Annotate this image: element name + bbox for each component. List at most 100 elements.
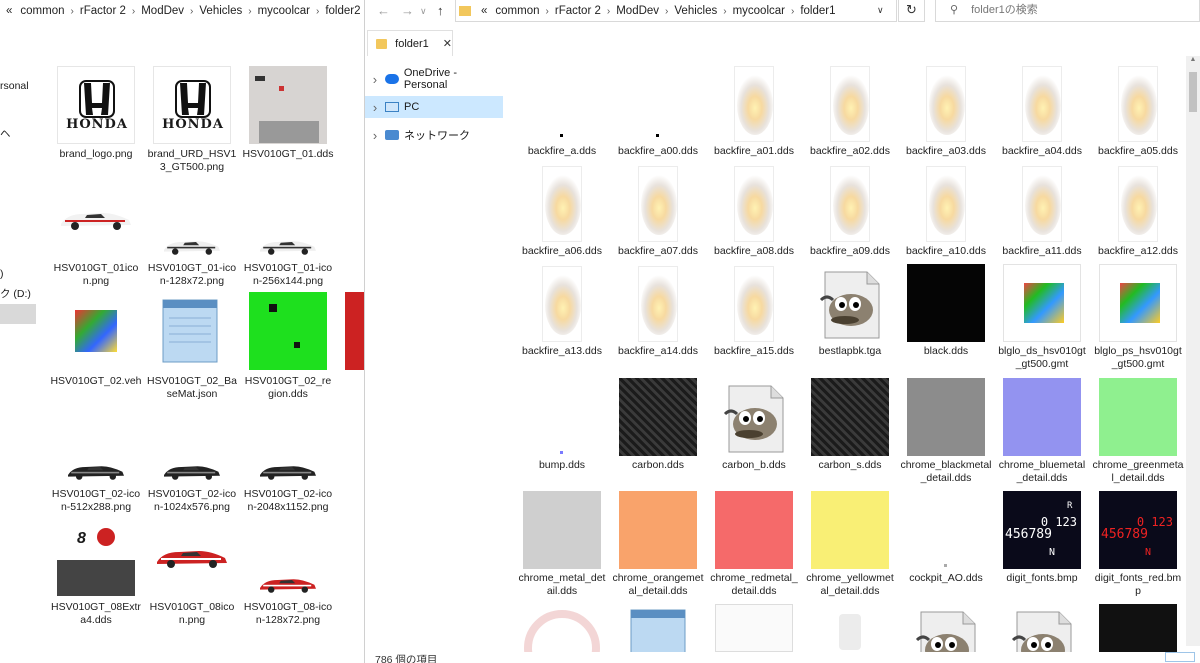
file-item[interactable]: backfire_a02.dds [802,145,898,158]
file-item[interactable]: backfire_a12.dds [1090,245,1186,258]
file-item[interactable]: HSV010GT_02.veh [48,375,144,388]
file-item[interactable]: blglo_ds_hsv010gt_gt500.gmt [994,345,1090,371]
file-item[interactable]: carbon.dds [610,459,706,472]
up-arrow-icon[interactable]: ↑ [437,3,444,18]
file-thumbnail[interactable]: 0 123 456789 N [1099,491,1177,569]
file-item[interactable]: HSV [336,601,365,614]
file-thumbnail[interactable] [345,292,365,370]
file-thumbnail[interactable] [619,378,697,456]
file-thumbnail[interactable] [153,292,231,370]
file-thumbnail[interactable] [249,572,327,596]
nav-item-network[interactable]: › ネットワーク [365,124,503,146]
file-thumbnail[interactable] [57,180,135,258]
breadcrumb-segment[interactable]: common [16,5,68,17]
file-item[interactable]: HSV010GT_02-icon-1024x576.png [144,488,240,514]
file-item[interactable]: backfire_a04.dds [994,145,1090,158]
file-thumbnail[interactable]: HONDA [153,66,231,144]
file-item[interactable]: HSV010GT_02-icon-2048x1152.png [240,488,336,514]
breadcrumb-segment[interactable]: Vehicles [195,5,246,17]
file-item[interactable]: carbon_b.dds [706,459,802,472]
expand-chevron-icon[interactable]: › [365,72,385,87]
file-item[interactable]: backfire_a03.dds [898,145,994,158]
file-item[interactable]: backfire_a05.dds [1090,145,1186,158]
file-thumbnail[interactable] [345,66,365,144]
file-item[interactable]: brand_logo.png [48,148,144,161]
file-thumbnail[interactable] [249,292,327,370]
file-thumbnail[interactable] [523,378,601,456]
sidebar-item[interactable]: rsonal [0,80,29,92]
file-item[interactable]: bestlapbk.tga [802,345,898,358]
file-thumbnail[interactable] [811,264,889,342]
file-item[interactable]: cockpit_AO.dds [898,572,994,585]
file-thumbnail[interactable] [715,378,793,456]
file-thumbnail[interactable] [811,491,889,569]
file-item[interactable]: chrome_metal_detail.dds [514,572,610,598]
file-item[interactable]: chrome_blackmetal_detail.dds [898,459,994,485]
nav-item-pc[interactable]: › PC [365,96,503,118]
breadcrumb-segment[interactable]: folder1 [796,5,839,17]
file-thumbnail[interactable] [345,572,365,596]
hidden-path-chevron[interactable]: « [2,5,16,17]
file-thumbnail[interactable] [811,604,889,652]
file-thumbnail[interactable] [811,64,889,142]
file-item[interactable]: chrome_bluemetal_detail.dds [994,459,1090,485]
file-thumbnail[interactable] [523,604,601,652]
file-thumbnail[interactable] [619,64,697,142]
scroll-thumb[interactable] [1189,72,1197,112]
refresh-button[interactable]: ↻ [898,0,925,22]
file-thumbnail[interactable] [249,459,327,483]
file-thumbnail[interactable]: 0 123 456789 N R [1003,491,1081,569]
file-item[interactable]: HSV [336,262,365,275]
file-thumbnail[interactable] [153,234,231,258]
file-thumbnail[interactable] [523,64,601,142]
file-item[interactable]: HSV010GT_01-icon-128x72.png [144,262,240,288]
file-thumbnail[interactable] [153,459,231,483]
file-thumbnail[interactable] [1099,164,1177,242]
file-item[interactable]: HSV010GT_01-icon-256x144.png [240,262,336,288]
breadcrumb-segment[interactable]: common [491,5,543,17]
file-item[interactable]: chrome_redmetal_detail.dds [706,572,802,598]
file-thumbnail[interactable] [907,378,985,456]
file-thumbnail[interactable] [811,164,889,242]
breadcrumb-segment[interactable]: rFactor 2 [551,5,605,17]
file-item[interactable]: blglo_ps_hsv010gt_gt500.gmt [1090,345,1186,371]
file-item[interactable]: HSV010GT_02_BaseMat.json [144,375,240,401]
breadcrumb-segment[interactable]: mycoolcar [254,5,314,17]
file-item[interactable]: brand_URD_HSV13_GT500.png [144,148,240,174]
file-thumbnail[interactable] [345,234,365,258]
file-item[interactable]: backfire_a01.dds [706,145,802,158]
file-item[interactable]: chrome_orangemetal_detail.dds [610,572,706,598]
file-item[interactable]: backfire_a08.dds [706,245,802,258]
file-thumbnail[interactable] [619,604,697,652]
address-dropdown-icon[interactable]: ∨ [877,5,884,16]
file-thumbnail[interactable] [1003,604,1081,652]
file-thumbnail[interactable] [907,264,985,342]
vertical-scrollbar[interactable]: ▲ [1186,56,1200,646]
file-item[interactable]: HSV010GT_08icon.png [144,601,240,627]
nav-item-onedrive[interactable]: › OneDrive - Personal [365,67,503,91]
file-item[interactable]: backfire_a09.dds [802,245,898,258]
file-item[interactable]: chrome_yellowmetal_detail.dds [802,572,898,598]
file-item[interactable]: HSV010GT_01.dds [240,148,336,161]
file-item[interactable]: backfire_a11.dds [994,245,1090,258]
file-thumbnail[interactable] [715,64,793,142]
file-thumbnail[interactable] [1003,64,1081,142]
sidebar-selected-item[interactable] [0,304,36,324]
file-item[interactable]: backfire_a10.dds [898,245,994,258]
file-item[interactable]: backfire_a14.dds [610,345,706,358]
file-thumbnail[interactable]: 8 [57,518,135,596]
recent-chevron-icon[interactable]: ∨ [420,6,427,17]
file-thumbnail[interactable] [907,164,985,242]
breadcrumb-segment[interactable]: mycoolcar [729,5,789,17]
file-thumbnail[interactable] [715,164,793,242]
file-thumbnail[interactable] [1099,604,1177,652]
file-item[interactable]: digit_fonts_red.bmp [1090,572,1186,598]
sidebar-item[interactable]: ) [0,268,4,280]
file-item[interactable]: HSV010GT_02_region.dds [240,375,336,401]
breadcrumb-segment[interactable]: ModDev [137,5,188,17]
file-thumbnail[interactable] [619,264,697,342]
file-thumbnail[interactable] [1003,264,1081,342]
sidebar-item[interactable]: ク (D:) [0,286,31,301]
file-item[interactable]: HSV010GT_08-icon-128x72.png [240,601,336,627]
file-item[interactable]: HSV010GT_02-icon-512x288.png [48,488,144,514]
